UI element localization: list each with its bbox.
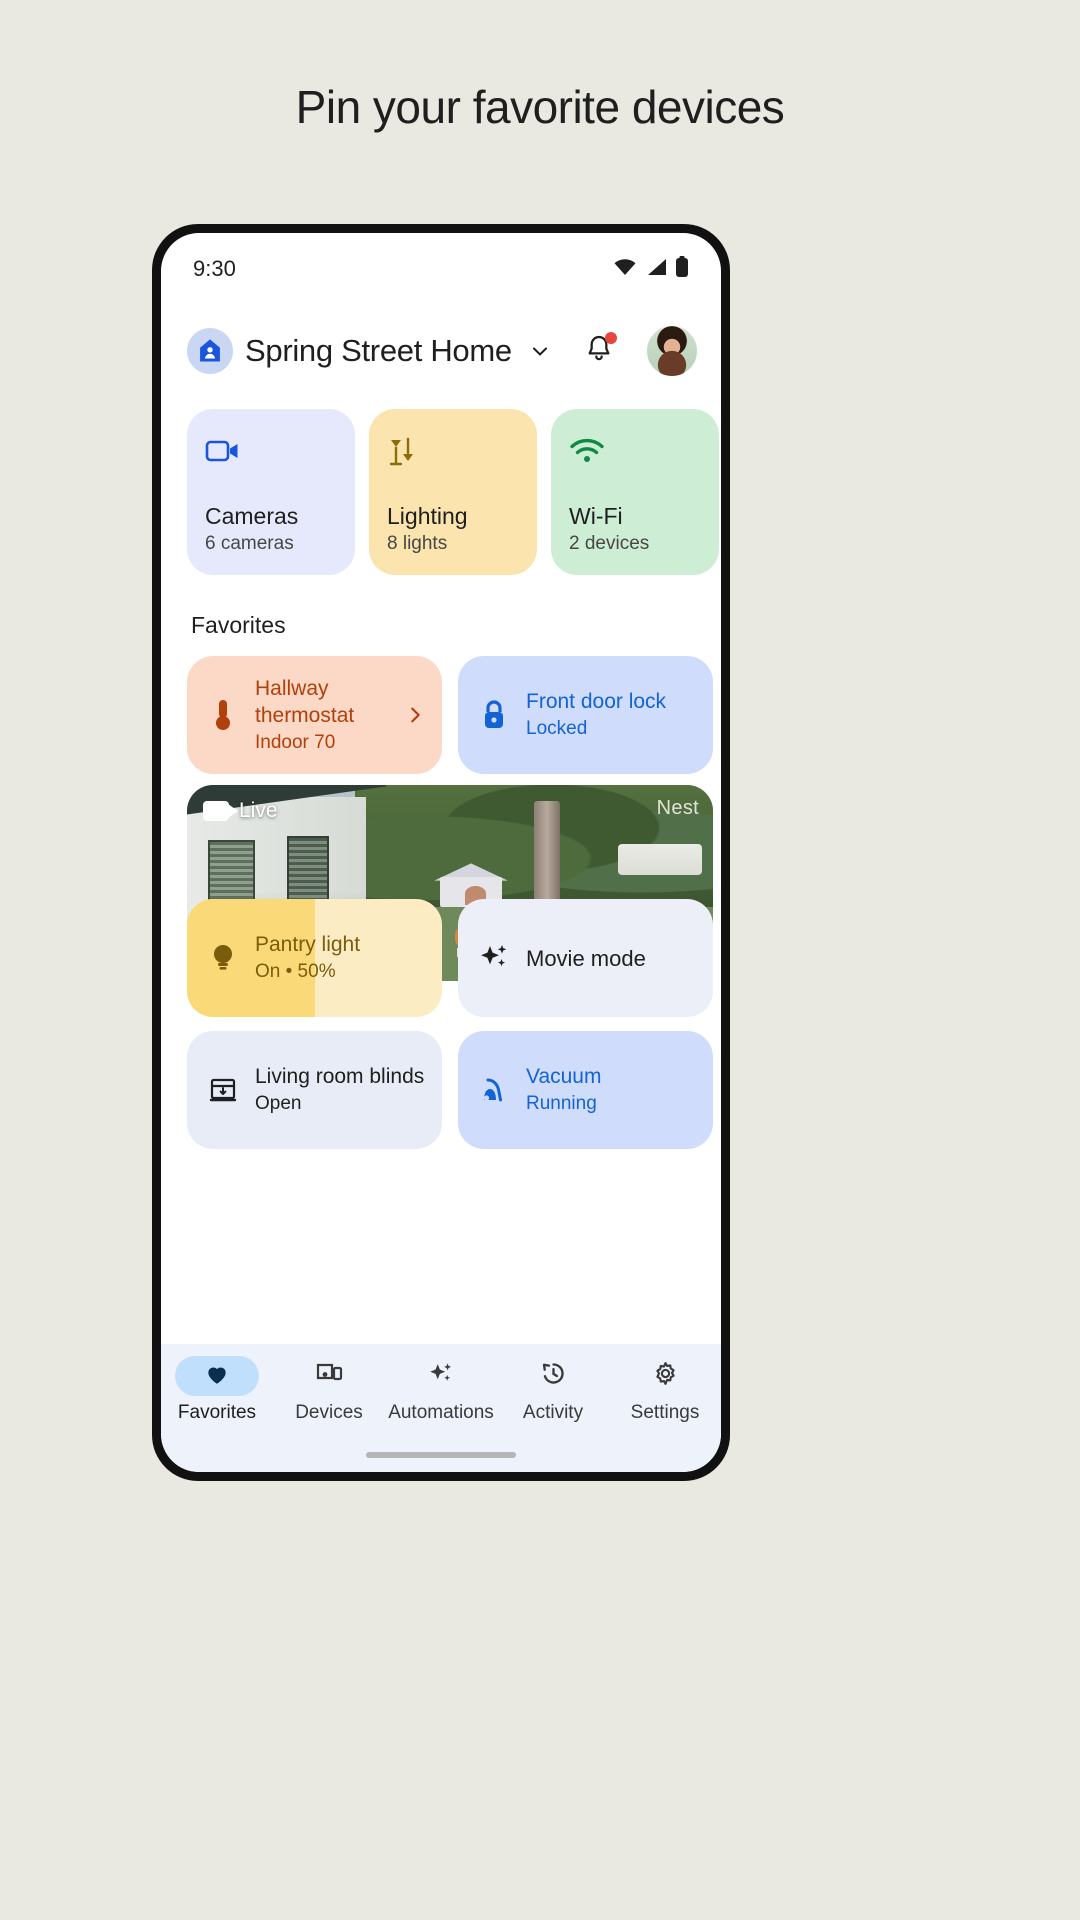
lamp-icon xyxy=(387,429,519,473)
chevron-down-icon[interactable] xyxy=(528,339,552,363)
category-chip-lighting[interactable]: Lighting 8 lights xyxy=(369,409,537,575)
section-title-favorites: Favorites xyxy=(191,612,286,638)
live-label: Live xyxy=(239,799,278,822)
nav-label-devices: Devices xyxy=(295,1402,363,1423)
status-time: 9:30 xyxy=(193,256,236,281)
nav-item-automations[interactable]: Automations xyxy=(388,1356,494,1424)
chip-title: Cameras xyxy=(205,503,299,529)
nav-pill-settings xyxy=(623,1356,707,1396)
blinds-text: Living room blinds Open xyxy=(255,1063,426,1117)
favorite-card-thermostat[interactable]: Hallway thermostat Indoor 70 xyxy=(187,656,442,774)
nav-label-settings: Settings xyxy=(630,1402,700,1423)
thermostat-status: Indoor 70 xyxy=(255,731,336,753)
status-icons xyxy=(613,255,689,283)
history-clock-icon xyxy=(540,1360,567,1392)
pantry-text: Pantry light On • 50% xyxy=(255,931,426,985)
nav-item-favorites[interactable]: Favorites xyxy=(165,1356,269,1424)
video-camera-icon xyxy=(203,801,238,821)
nav-pill-activity xyxy=(511,1356,595,1396)
pantry-status: On • 50% xyxy=(255,961,336,982)
movie-title: Movie mode xyxy=(526,945,646,971)
phone-screen: 9:30 Spring Street Home Cameras 6 camera… xyxy=(161,233,721,1472)
live-badge: Live xyxy=(203,799,278,823)
favorites-row-3: Living room blinds Open Vacuum Running xyxy=(187,1031,713,1149)
blinds-icon xyxy=(205,1075,241,1105)
thermometer-icon xyxy=(205,698,241,732)
phone-frame: 9:30 Spring Street Home Cameras 6 camera… xyxy=(152,224,730,1481)
status-bar: 9:30 xyxy=(161,233,721,305)
wifi-icon xyxy=(613,258,637,281)
vacuum-icon xyxy=(476,1074,512,1106)
nav-item-devices[interactable]: Devices xyxy=(277,1356,381,1424)
lock-title: Front door lock xyxy=(526,690,667,713)
nav-item-activity[interactable]: Activity xyxy=(501,1356,605,1424)
favorites-row-2: Pantry light On • 50% Movie mode xyxy=(187,899,713,1017)
blinds-title: Living room blinds xyxy=(255,1065,425,1088)
sparkle-icon xyxy=(476,941,512,975)
vacuum-status: Running xyxy=(526,1093,597,1114)
home-name[interactable]: Spring Street Home xyxy=(245,333,512,369)
wifi-icon xyxy=(569,429,701,473)
chip-subtitle: 6 cameras xyxy=(205,533,294,554)
category-chip-row[interactable]: Cameras 6 cameras Lighting 8 lights Wi-F… xyxy=(161,409,721,575)
chip-title: Lighting xyxy=(387,503,468,529)
nav-pill-automations xyxy=(399,1356,483,1396)
favorite-card-front-door-lock[interactable]: Front door lock Locked xyxy=(458,656,713,774)
gear-icon xyxy=(652,1360,679,1392)
nav-item-settings[interactable]: Settings xyxy=(613,1356,717,1424)
signal-icon xyxy=(645,258,667,281)
chip-subtitle: 2 devices xyxy=(569,533,650,554)
lock-status: Locked xyxy=(526,718,588,739)
page-headline: Pin your favorite devices xyxy=(295,81,785,133)
vacuum-title: Vacuum xyxy=(526,1065,602,1088)
vacuum-text: Vacuum Running xyxy=(526,1063,697,1117)
heart-icon xyxy=(204,1361,230,1392)
video-camera-icon xyxy=(205,429,337,473)
nav-pill-devices xyxy=(287,1356,371,1396)
notifications-button[interactable] xyxy=(577,329,621,373)
chip-subtitle: 8 lights xyxy=(387,533,448,554)
home-person-icon xyxy=(187,328,233,374)
blinds-status: Open xyxy=(255,1093,302,1114)
lightbulb-icon xyxy=(205,941,241,975)
favorites-row-1: Hallway thermostat Indoor 70 Front door … xyxy=(187,656,713,774)
favorite-card-movie-mode[interactable]: Movie mode xyxy=(458,899,713,1017)
nav-label-automations: Automations xyxy=(388,1402,494,1423)
app-bar: Spring Street Home xyxy=(161,305,721,397)
devices-icon xyxy=(315,1361,343,1392)
nav-label-favorites: Favorites xyxy=(177,1402,257,1423)
camera-watermark: Nest xyxy=(656,797,699,819)
nav-label-activity: Activity xyxy=(522,1402,584,1423)
notification-dot xyxy=(605,332,617,344)
lock-closed-icon xyxy=(476,698,512,732)
favorite-card-living-room-blinds[interactable]: Living room blinds Open xyxy=(187,1031,442,1149)
chevron-right-icon[interactable] xyxy=(404,704,426,726)
thermostat-title: Hallway thermostat xyxy=(255,676,355,727)
gesture-bar[interactable] xyxy=(366,1452,516,1458)
sparkle-icon xyxy=(427,1360,455,1393)
nav-pill-favorites xyxy=(175,1356,259,1396)
battery-icon xyxy=(675,255,689,283)
category-chip-cameras[interactable]: Cameras 6 cameras xyxy=(187,409,355,575)
screenshot-root: Pin your favorite devices 9:30 Spring St… xyxy=(0,0,1080,1920)
pantry-title: Pantry light xyxy=(255,933,361,956)
favorite-card-pantry-light[interactable]: Pantry light On • 50% xyxy=(187,899,442,1017)
lock-text: Front door lock Locked xyxy=(526,688,697,742)
category-chip-wifi[interactable]: Wi-Fi 2 devices xyxy=(551,409,719,575)
thermostat-text: Hallway thermostat Indoor 70 xyxy=(255,675,390,756)
chip-title: Wi-Fi xyxy=(569,503,623,529)
avatar[interactable] xyxy=(647,326,697,376)
movie-text: Movie mode xyxy=(526,945,697,972)
favorite-card-vacuum[interactable]: Vacuum Running xyxy=(458,1031,713,1149)
